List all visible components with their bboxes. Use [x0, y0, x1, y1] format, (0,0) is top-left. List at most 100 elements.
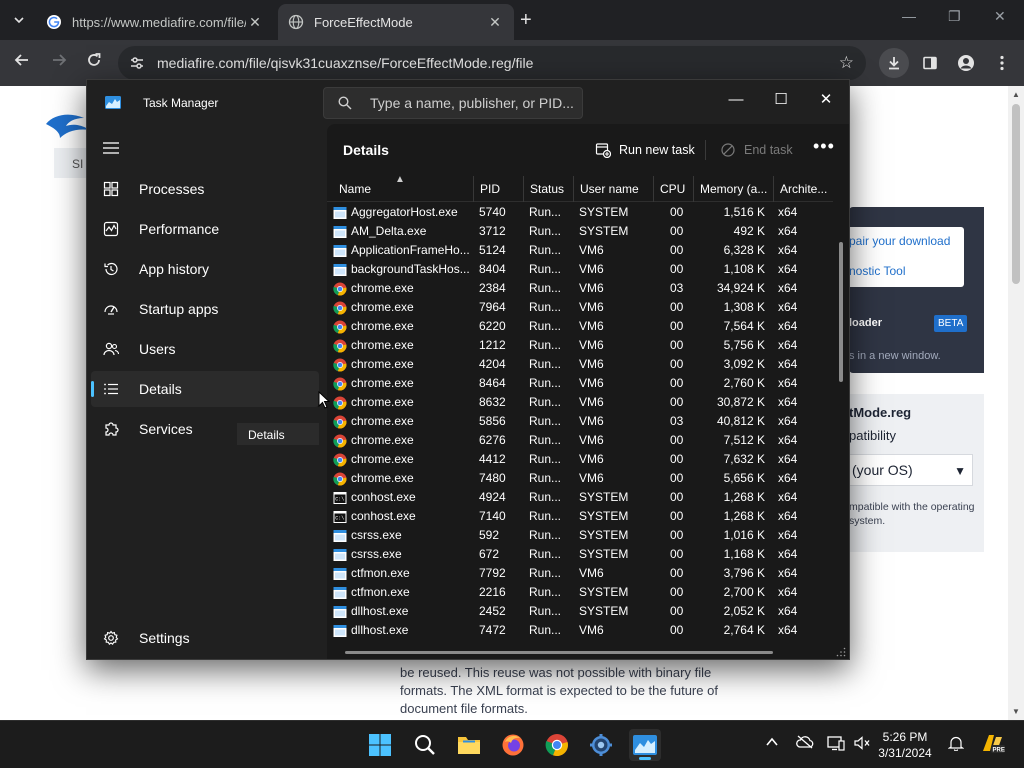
more-options-ellipsis-icon[interactable]: ••• — [813, 137, 835, 155]
process-search-box[interactable] — [323, 87, 583, 119]
cloud-offline-icon[interactable] — [796, 735, 814, 752]
scroll-up-arrow-icon[interactable]: ▲ — [1012, 90, 1020, 99]
process-search-input[interactable] — [370, 94, 576, 112]
copilot-preview-icon[interactable]: PRE — [980, 731, 1006, 760]
column-header-pid[interactable]: PID — [473, 176, 523, 202]
table-row[interactable]: dllhost.exe 2452 Run... SYSTEM 00 2,052 K x64 — [327, 602, 833, 621]
bookmark-star-icon[interactable]: ☆ — [839, 53, 854, 73]
table-row[interactable]: chrome.exe 1212 Run... VM6 00 5,756 K x64 — [327, 336, 833, 355]
tab-search-button[interactable] — [6, 7, 32, 33]
show-hidden-icons-chevron-icon[interactable] — [765, 735, 779, 752]
tm-close-button[interactable]: ✕ — [803, 86, 849, 112]
nav-item-details[interactable]: Details — [91, 371, 319, 407]
table-row[interactable]: backgroundTaskHos... 8404 Run... VM6 00 1,108… — [327, 260, 833, 279]
process-user: VM6 — [579, 623, 604, 637]
nav-item-users[interactable]: Users — [91, 331, 319, 367]
browser-minimize-button[interactable]: — — [902, 8, 916, 24]
browser-tab-forceeffectmode[interactable]: ForceEffectMode ✕ — [278, 4, 514, 40]
table-row[interactable]: csrss.exe 592 Run... SYSTEM 00 1,016 K x64 — [327, 526, 833, 545]
run-new-task-button[interactable]: Run new task — [595, 138, 695, 162]
repair-download-link[interactable]: pair your download — [849, 234, 950, 248]
browser-maximize-button[interactable]: ❐ — [948, 8, 961, 25]
table-row[interactable]: C:\ conhost.exe 7140 Run... SYSTEM 00 1,268 K x… — [327, 507, 833, 526]
nav-item-performance[interactable]: Performance — [91, 211, 319, 247]
column-header-memory[interactable]: Memory (a... — [693, 176, 773, 202]
task-manager-icon[interactable] — [629, 729, 661, 761]
process-name-cell: ctfmon.exe — [333, 583, 469, 602]
reload-icon[interactable] — [83, 52, 105, 72]
hamburger-menu-icon[interactable] — [103, 142, 119, 154]
tm-maximize-button[interactable]: ☐ — [758, 86, 804, 112]
table-row[interactable]: chrome.exe 5856 Run... VM6 03 40,812 K x64 — [327, 412, 833, 431]
table-row[interactable]: csrss.exe 672 Run... SYSTEM 00 1,168 K x64 — [327, 545, 833, 564]
app-window-icon — [333, 263, 347, 276]
process-list-horizontal-scrollbar[interactable] — [345, 651, 773, 654]
column-header-user-name[interactable]: User name — [573, 176, 653, 202]
address-bar[interactable]: mediafire.com/file/qisvk31cuaxznse/Force… — [118, 46, 866, 80]
page-title: Details — [343, 142, 389, 158]
browser-close-button[interactable]: ✕ — [994, 8, 1006, 25]
firefox-icon[interactable] — [497, 729, 529, 761]
url-text[interactable]: mediafire.com/file/qisvk31cuaxznse/Force… — [157, 55, 533, 71]
table-row[interactable]: chrome.exe 6220 Run... VM6 00 7,564 K x64 — [327, 317, 833, 336]
process-user: SYSTEM — [579, 528, 629, 542]
site-info-tune-icon[interactable] — [128, 54, 146, 72]
browser-menu-kebab-icon[interactable] — [987, 48, 1017, 78]
windows-start-icon[interactable] — [364, 729, 396, 761]
tm-minimize-button[interactable]: — — [713, 86, 759, 112]
table-row[interactable]: chrome.exe 8632 Run... VM6 00 30,872 K x64 — [327, 393, 833, 412]
search-icon[interactable] — [409, 729, 441, 761]
scroll-down-arrow-icon[interactable]: ▼ — [1012, 707, 1020, 716]
profile-avatar-icon[interactable] — [951, 48, 981, 78]
tab-close-icon[interactable]: ✕ — [486, 14, 504, 31]
chrome-icon — [333, 358, 347, 371]
column-header-cpu[interactable]: CPU — [653, 176, 693, 202]
nav-item-processes[interactable]: Processes — [91, 171, 319, 207]
table-row[interactable]: chrome.exe 4412 Run... VM6 00 7,632 K x64 — [327, 450, 833, 469]
file-explorer-icon[interactable] — [453, 729, 485, 761]
nav-item-app-history[interactable]: App history — [91, 251, 319, 287]
table-row[interactable]: AM_Delta.exe 3712 Run... SYSTEM 00 492 K x64 — [327, 222, 833, 241]
download-icon[interactable] — [879, 48, 909, 78]
column-header-architecture[interactable]: Archite... — [773, 176, 833, 202]
speaker-muted-icon[interactable] — [853, 735, 871, 754]
os-select[interactable]: (your OS) ▼ — [849, 454, 973, 486]
table-row[interactable]: chrome.exe 8464 Run... VM6 00 2,760 K x64 — [327, 374, 833, 393]
new-tab-button[interactable]: + — [520, 10, 532, 30]
display-device-icon[interactable] — [827, 735, 845, 754]
system-clock[interactable]: 5:26 PM 3/31/2024 — [870, 729, 940, 761]
table-row[interactable]: chrome.exe 2384 Run... VM6 03 34,924 K x64 — [327, 279, 833, 298]
table-row[interactable]: C:\ conhost.exe 4924 Run... SYSTEM 00 1,268 K x… — [327, 488, 833, 507]
table-row[interactable]: ctfmon.exe 7792 Run... VM6 00 3,796 K x64 — [327, 564, 833, 583]
process-list-vertical-scrollbar[interactable] — [839, 242, 843, 382]
table-row[interactable]: ApplicationFrameHo... 5124 Run... VM6 00 6,32… — [327, 241, 833, 260]
browser-tab-mediafire[interactable]: https://www.mediafire.com/file/ ✕ — [36, 4, 274, 40]
end-task-button[interactable]: End task — [720, 138, 793, 162]
nav-item-settings[interactable]: Settings — [91, 620, 319, 656]
table-row[interactable]: ctfmon.exe 2216 Run... SYSTEM 00 2,700 K x64 — [327, 583, 833, 602]
column-header-name[interactable]: ▲ Name — [327, 176, 473, 202]
tab-close-icon[interactable]: ✕ — [246, 14, 264, 31]
chrome-icon[interactable] — [541, 729, 573, 761]
notification-bell-icon[interactable] — [947, 735, 965, 754]
task-manager-titlebar[interactable]: Task Manager — ☐ ✕ — [87, 80, 849, 124]
table-row[interactable]: chrome.exe 4204 Run... VM6 00 3,092 K x64 — [327, 355, 833, 374]
table-row[interactable]: dllhost.exe 7472 Run... VM6 00 2,764 K x64 — [327, 621, 833, 640]
side-panel-icon[interactable] — [915, 48, 945, 78]
page-scrollbar[interactable]: ▲ ▼ — [1008, 86, 1024, 720]
page-scrollbar-thumb[interactable] — [1012, 104, 1020, 284]
back-arrow-icon[interactable] — [11, 52, 33, 72]
forward-arrow-icon[interactable] — [48, 52, 70, 72]
nav-item-startup-apps[interactable]: Startup apps — [91, 291, 319, 327]
diagnostic-tool-link[interactable]: nostic Tool — [849, 264, 905, 278]
table-row[interactable]: AggregatorHost.exe 5740 Run... SYSTEM 00 1,51… — [327, 203, 833, 222]
settings-gear-icon[interactable] — [585, 729, 617, 761]
table-row[interactable]: chrome.exe 7964 Run... VM6 00 1,308 K x64 — [327, 298, 833, 317]
process-pid: 7964 — [479, 300, 506, 314]
table-row[interactable]: chrome.exe 7480 Run... VM6 00 5,656 K x64 — [327, 469, 833, 488]
table-row[interactable]: chrome.exe 6276 Run... VM6 00 7,512 K x64 — [327, 431, 833, 450]
process-status: Run... — [529, 357, 562, 371]
process-architecture: x64 — [778, 357, 798, 371]
resize-grip-icon[interactable] — [836, 647, 846, 657]
column-header-status[interactable]: Status — [523, 176, 573, 202]
